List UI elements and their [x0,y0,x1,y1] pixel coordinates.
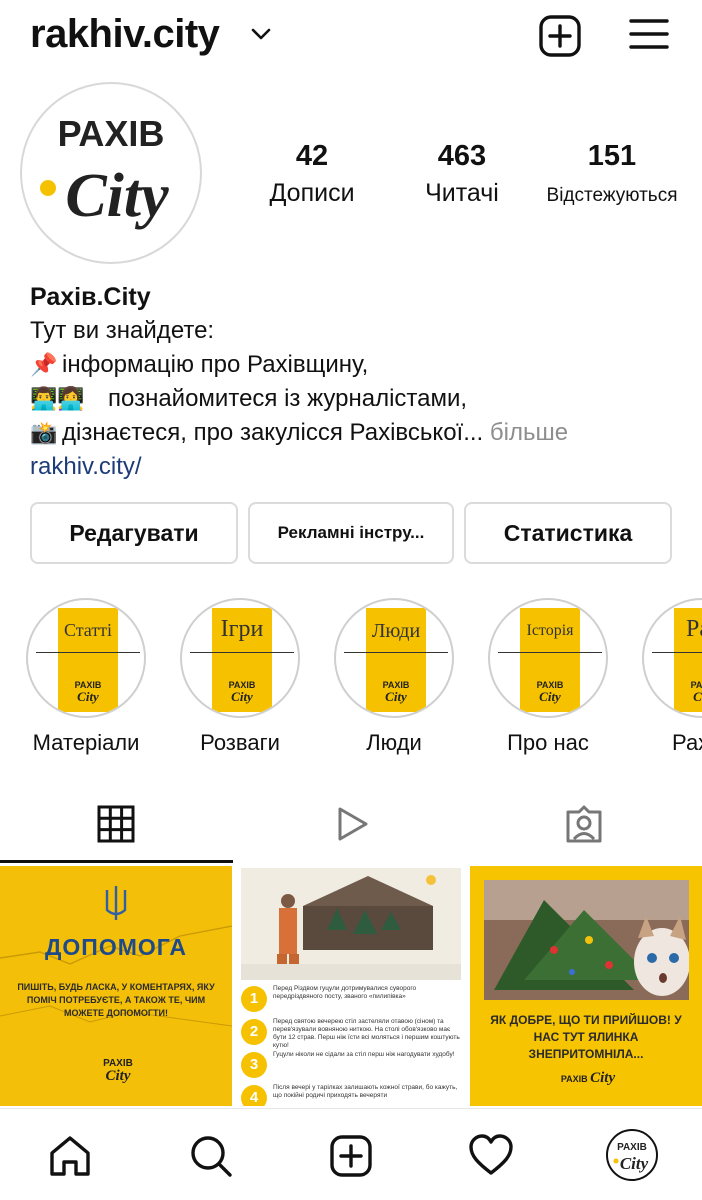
followers-label: Читачі [425,179,499,207]
highlight-logo: РАХІВCity [536,680,564,704]
post-tips-list: 1 Перед Різдвом гуцули дотримувалися суво… [241,984,465,1106]
edit-profile-button[interactable]: Редагувати [30,502,238,564]
insights-button[interactable]: Статистика [464,502,672,564]
profile-bio: Рахів.City Тут ви знайдете: 📌 інформацію … [30,280,690,484]
search-icon[interactable] [188,1133,234,1179]
stat-followers[interactable]: 463 Читачі [410,140,514,208]
camera-flash-icon: 📸 [30,420,58,445]
post-photo [484,880,689,1000]
following-label: Відстежуються [546,185,678,206]
logo-text-top: РАХІВ [58,113,165,154]
highlight-logo: РАХІВCity [74,680,102,704]
posts-label: Дописи [269,179,355,207]
menu-icon[interactable] [628,16,670,52]
grid-icon[interactable] [96,804,136,844]
bio-more-link[interactable]: більше [490,419,568,446]
bottom-navigation: РАХІВ City [0,1108,702,1200]
rakhiv-city-logo: РАХІВ City [613,1142,649,1173]
tagged-icon[interactable] [564,804,604,844]
highlight-caption: Люди [366,730,422,755]
chevron-down-icon[interactable] [250,26,272,42]
list-item: 1 Перед Різдвом гуцули дотримувалися суво… [241,984,465,1016]
highlight-cover: Ігри РАХІВ City [180,598,300,718]
list-item: 2 Перед святою вечерею стіл застеляли ота… [241,1017,465,1049]
bio-line: Тут ви знайдете: [30,317,215,344]
pin-icon: 📌 [30,352,58,377]
highlight-item[interactable]: Рах РАХІВCity Рах [640,598,702,756]
profile-avatar[interactable]: РАХІВ City [20,82,202,264]
promo-tools-button[interactable]: Рекламні інстру... [248,502,454,564]
post-logo: РАХІВ City [103,1058,133,1084]
active-tab-indicator [0,860,233,863]
home-icon[interactable] [47,1133,93,1179]
new-post-icon[interactable] [538,14,582,58]
highlight-caption: Матеріали [32,730,140,755]
highlight-cover: Історія РАХІВ City [488,598,608,718]
posts-count: 42 [295,140,329,172]
highlight-item[interactable]: Історія РАХІВ City Про нас [486,598,610,756]
post-tile[interactable]: 1 Перед Різдвом гуцули дотримувалися суво… [235,866,467,1106]
svg-text:РАХІВ: РАХІВ [617,1142,647,1153]
heart-icon[interactable] [468,1133,514,1179]
cat-tree-photo [484,880,689,1000]
stat-posts[interactable]: 42 Дописи [258,140,366,208]
reels-icon[interactable] [332,804,372,844]
highlight-item[interactable]: Статті РАХІВ City Матеріали [24,598,148,756]
logo-text-bottom: City [65,162,169,230]
followers-count: 463 [437,140,487,172]
highlight-caption: Розваги [200,730,280,755]
list-item: 3 Гуцули ніколи не сідали за стіл перш ні… [241,1050,465,1082]
rakhiv-city-logo: РАХІВ City [40,113,169,230]
svg-text:City: City [620,1154,649,1173]
bio-line: 📌 інформацію про Рахівщину, [30,348,690,382]
highlight-item[interactable]: Люди РАХІВ City Люди [332,598,456,756]
trident-icon [105,886,127,920]
bio-line: 👨‍💻👩‍💻 познайомитеся із журналістами, [30,382,690,416]
bio-line: 📸 дізнаєтеся, про закулісся Рахівської...… [30,416,690,450]
highlight-logo: РАХІВCity [228,680,256,704]
logo-dot [40,180,56,196]
highlight-cover: Статті РАХІВ City [26,598,146,718]
account-username[interactable]: rakhiv.city [30,12,220,57]
post-tile[interactable]: ЯК ДОБРЕ, ЩО ТИ ПРИЙШОВ! У НАС ТУТ ЯЛИНК… [470,866,702,1106]
highlight-logo: РАХІВCity [382,680,410,704]
display-name: Рахів.City [30,283,151,311]
technologist-icon: 👨‍💻👩‍💻 [30,386,85,411]
post-body-text: ПИШІТЬ, БУДЬ ЛАСКА, У КОМЕНТАРЯХ, ЯКУ ПО… [17,982,215,1018]
highlight-item[interactable]: Ігри РАХІВ City Розваги [178,598,302,756]
stat-following[interactable]: 151 Відстежуються [543,140,681,207]
following-count: 151 [587,140,637,172]
highlight-logo: РАХІВCity [690,680,702,704]
highlight-cover: Рах РАХІВCity [642,598,702,718]
post-heading: ДОПОМОГА [45,934,187,960]
post-illustration [241,868,461,980]
profile-website-link[interactable]: rakhiv.city/ [30,450,690,484]
highlight-caption: Рах [672,730,702,755]
post-logo: РАХІВ City [560,1070,616,1086]
profile-avatar-nav[interactable]: РАХІВ City [606,1129,658,1181]
post-message: ЯК ДОБРЕ, ЩО ТИ ПРИЙШОВ! У НАС ТУТ ЯЛИНК… [490,1013,682,1061]
highlight-cover: Люди РАХІВ City [334,598,454,718]
post-tile[interactable]: ДОПОМОГА ПИШІТЬ, БУДЬ ЛАСКА, У КОМЕНТАРЯ… [0,866,232,1106]
new-post-icon[interactable] [328,1133,374,1179]
list-item: 4 Після вечері у тарілках залишають кожно… [241,1083,465,1106]
highlight-caption: Про нас [507,730,589,755]
top-bar: rakhiv.city [0,0,702,78]
